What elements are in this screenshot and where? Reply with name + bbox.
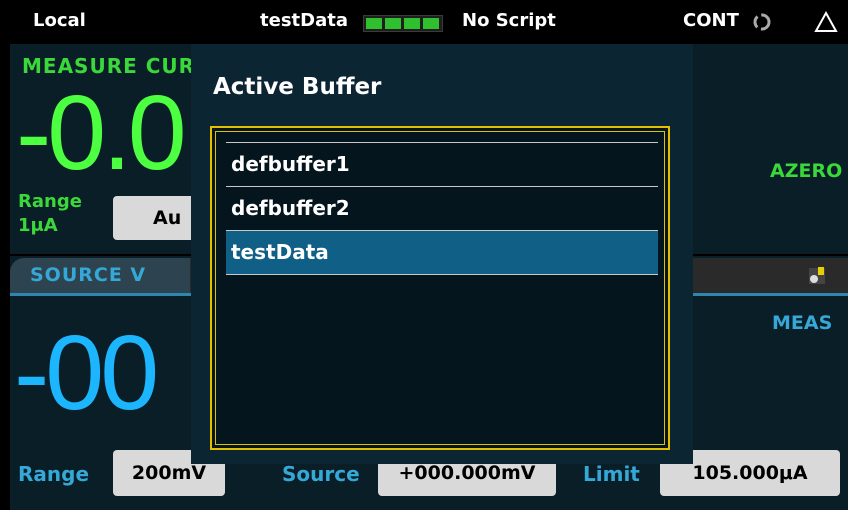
list-item-testdata[interactable]: testData	[226, 231, 658, 274]
buffer-fill-gauge[interactable]	[363, 15, 443, 32]
source-title: SOURCE V	[30, 264, 147, 286]
range-label-text: Range	[18, 191, 82, 212]
measure-range-label: Range 1μA	[18, 190, 82, 238]
gauge-segment	[385, 18, 401, 29]
list-item-defbuffer1[interactable]: defbuffer1	[226, 143, 658, 186]
refresh-icon	[752, 12, 772, 37]
limit-label: Limit	[583, 462, 640, 486]
list-separator	[226, 274, 658, 275]
source-label: Source	[282, 462, 360, 486]
azero-indicator: AZERO	[770, 160, 843, 182]
list-item-defbuffer2[interactable]: defbuffer2	[226, 187, 658, 230]
meas-indicator: MEAS	[772, 312, 833, 334]
gauge-segment	[404, 18, 420, 29]
dialog-title: Active Buffer	[213, 74, 382, 100]
gauge-segment	[423, 18, 439, 29]
script-indicator[interactable]: No Script	[462, 10, 556, 31]
settings-icon[interactable]	[806, 265, 828, 287]
trigger-mode-indicator[interactable]: CONT	[683, 10, 739, 31]
status-bar: Local testData No Script CONT	[0, 0, 848, 44]
measure-reading[interactable]: -0.0	[16, 80, 187, 186]
range-value-text: 1μA	[18, 215, 58, 236]
warning-triangle-icon[interactable]	[814, 10, 838, 38]
buffer-list[interactable]: defbuffer1 defbuffer2 testData	[210, 126, 670, 450]
buffer-list-frame: defbuffer1 defbuffer2 testData	[215, 131, 665, 445]
gauge-segment	[366, 18, 382, 29]
active-buffer-indicator[interactable]: testData	[260, 10, 348, 31]
measure-range-button[interactable]: Au	[113, 196, 203, 240]
local-indicator[interactable]: Local	[33, 10, 86, 31]
source-range-label: Range	[18, 462, 90, 486]
source-reading[interactable]: -00	[14, 320, 159, 426]
